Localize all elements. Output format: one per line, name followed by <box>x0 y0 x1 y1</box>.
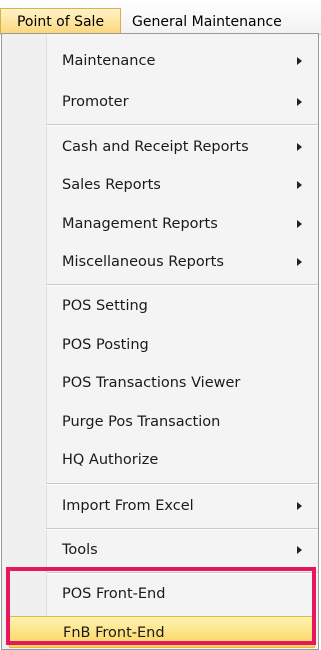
menu-item-label: Purge Pos Transaction <box>62 414 221 430</box>
menu-item-label: Cash and Receipt Reports <box>62 139 249 155</box>
submenu-arrow-icon <box>297 546 302 554</box>
menu-item-label: Tools <box>62 542 98 558</box>
menu-separator <box>46 124 318 126</box>
menu-item-label: POS Front-End <box>62 586 166 602</box>
menu-item-pos-front-end[interactable]: POS Front-End <box>46 578 316 610</box>
menu-item-label: Miscellaneous Reports <box>62 254 224 270</box>
menu-item-label: Maintenance <box>62 53 156 69</box>
menu-item-management-reports[interactable]: Management Reports <box>46 208 316 240</box>
menu-item-pos-transactions-viewer[interactable]: POS Transactions Viewer <box>46 367 316 399</box>
menu-general-maintenance[interactable]: General Maintenance <box>128 9 286 35</box>
menu-bar: Point of Sale General Maintenance <box>0 0 321 35</box>
menu-item-maintenance[interactable]: Maintenance <box>46 45 316 77</box>
menu-item-tools[interactable]: Tools <box>46 534 316 566</box>
menu-item-label: Management Reports <box>62 216 218 232</box>
pos-dropdown-menu: Maintenance Promoter Cash and Receipt Re… <box>1 33 319 650</box>
submenu-arrow-icon <box>297 98 302 106</box>
menu-item-misc-reports[interactable]: Miscellaneous Reports <box>46 246 316 278</box>
menu-item-pos-posting[interactable]: POS Posting <box>46 329 316 361</box>
menu-item-pos-setting[interactable]: POS Setting <box>46 290 316 322</box>
menu-separator <box>46 528 318 530</box>
menu-point-of-sale[interactable]: Point of Sale <box>0 8 121 34</box>
menu-separator <box>46 284 318 286</box>
submenu-arrow-icon <box>297 181 302 189</box>
menu-item-purge-pos-transaction[interactable]: Purge Pos Transaction <box>46 406 316 438</box>
menu-separator <box>46 483 318 485</box>
submenu-arrow-icon <box>297 502 302 510</box>
menu-item-label: Sales Reports <box>62 177 161 193</box>
menu-item-promoter[interactable]: Promoter <box>46 86 316 118</box>
menu-item-label: POS Transactions Viewer <box>62 375 241 391</box>
menu-item-label: Import From Excel <box>62 498 194 514</box>
menu-item-import-from-excel[interactable]: Import From Excel <box>46 490 316 522</box>
menu-icon-gutter <box>2 34 47 649</box>
menu-item-label: HQ Authorize <box>62 452 159 468</box>
menu-item-label: POS Posting <box>62 337 149 353</box>
menu-item-label: FnB Front-End <box>63 625 165 641</box>
menu-item-sales-reports[interactable]: Sales Reports <box>46 169 316 201</box>
submenu-arrow-icon <box>297 143 302 151</box>
menu-item-hq-authorize[interactable]: HQ Authorize <box>46 444 316 476</box>
menu-item-label: Promoter <box>62 94 129 110</box>
menu-separator <box>46 572 318 574</box>
submenu-arrow-icon <box>297 258 302 266</box>
menu-item-label: POS Setting <box>62 298 148 314</box>
submenu-arrow-icon <box>297 220 302 228</box>
menu-item-cash-receipt-reports[interactable]: Cash and Receipt Reports <box>46 131 316 163</box>
submenu-arrow-icon <box>297 57 302 65</box>
menu-item-fnb-front-end[interactable]: FnB Front-End <box>9 616 315 648</box>
